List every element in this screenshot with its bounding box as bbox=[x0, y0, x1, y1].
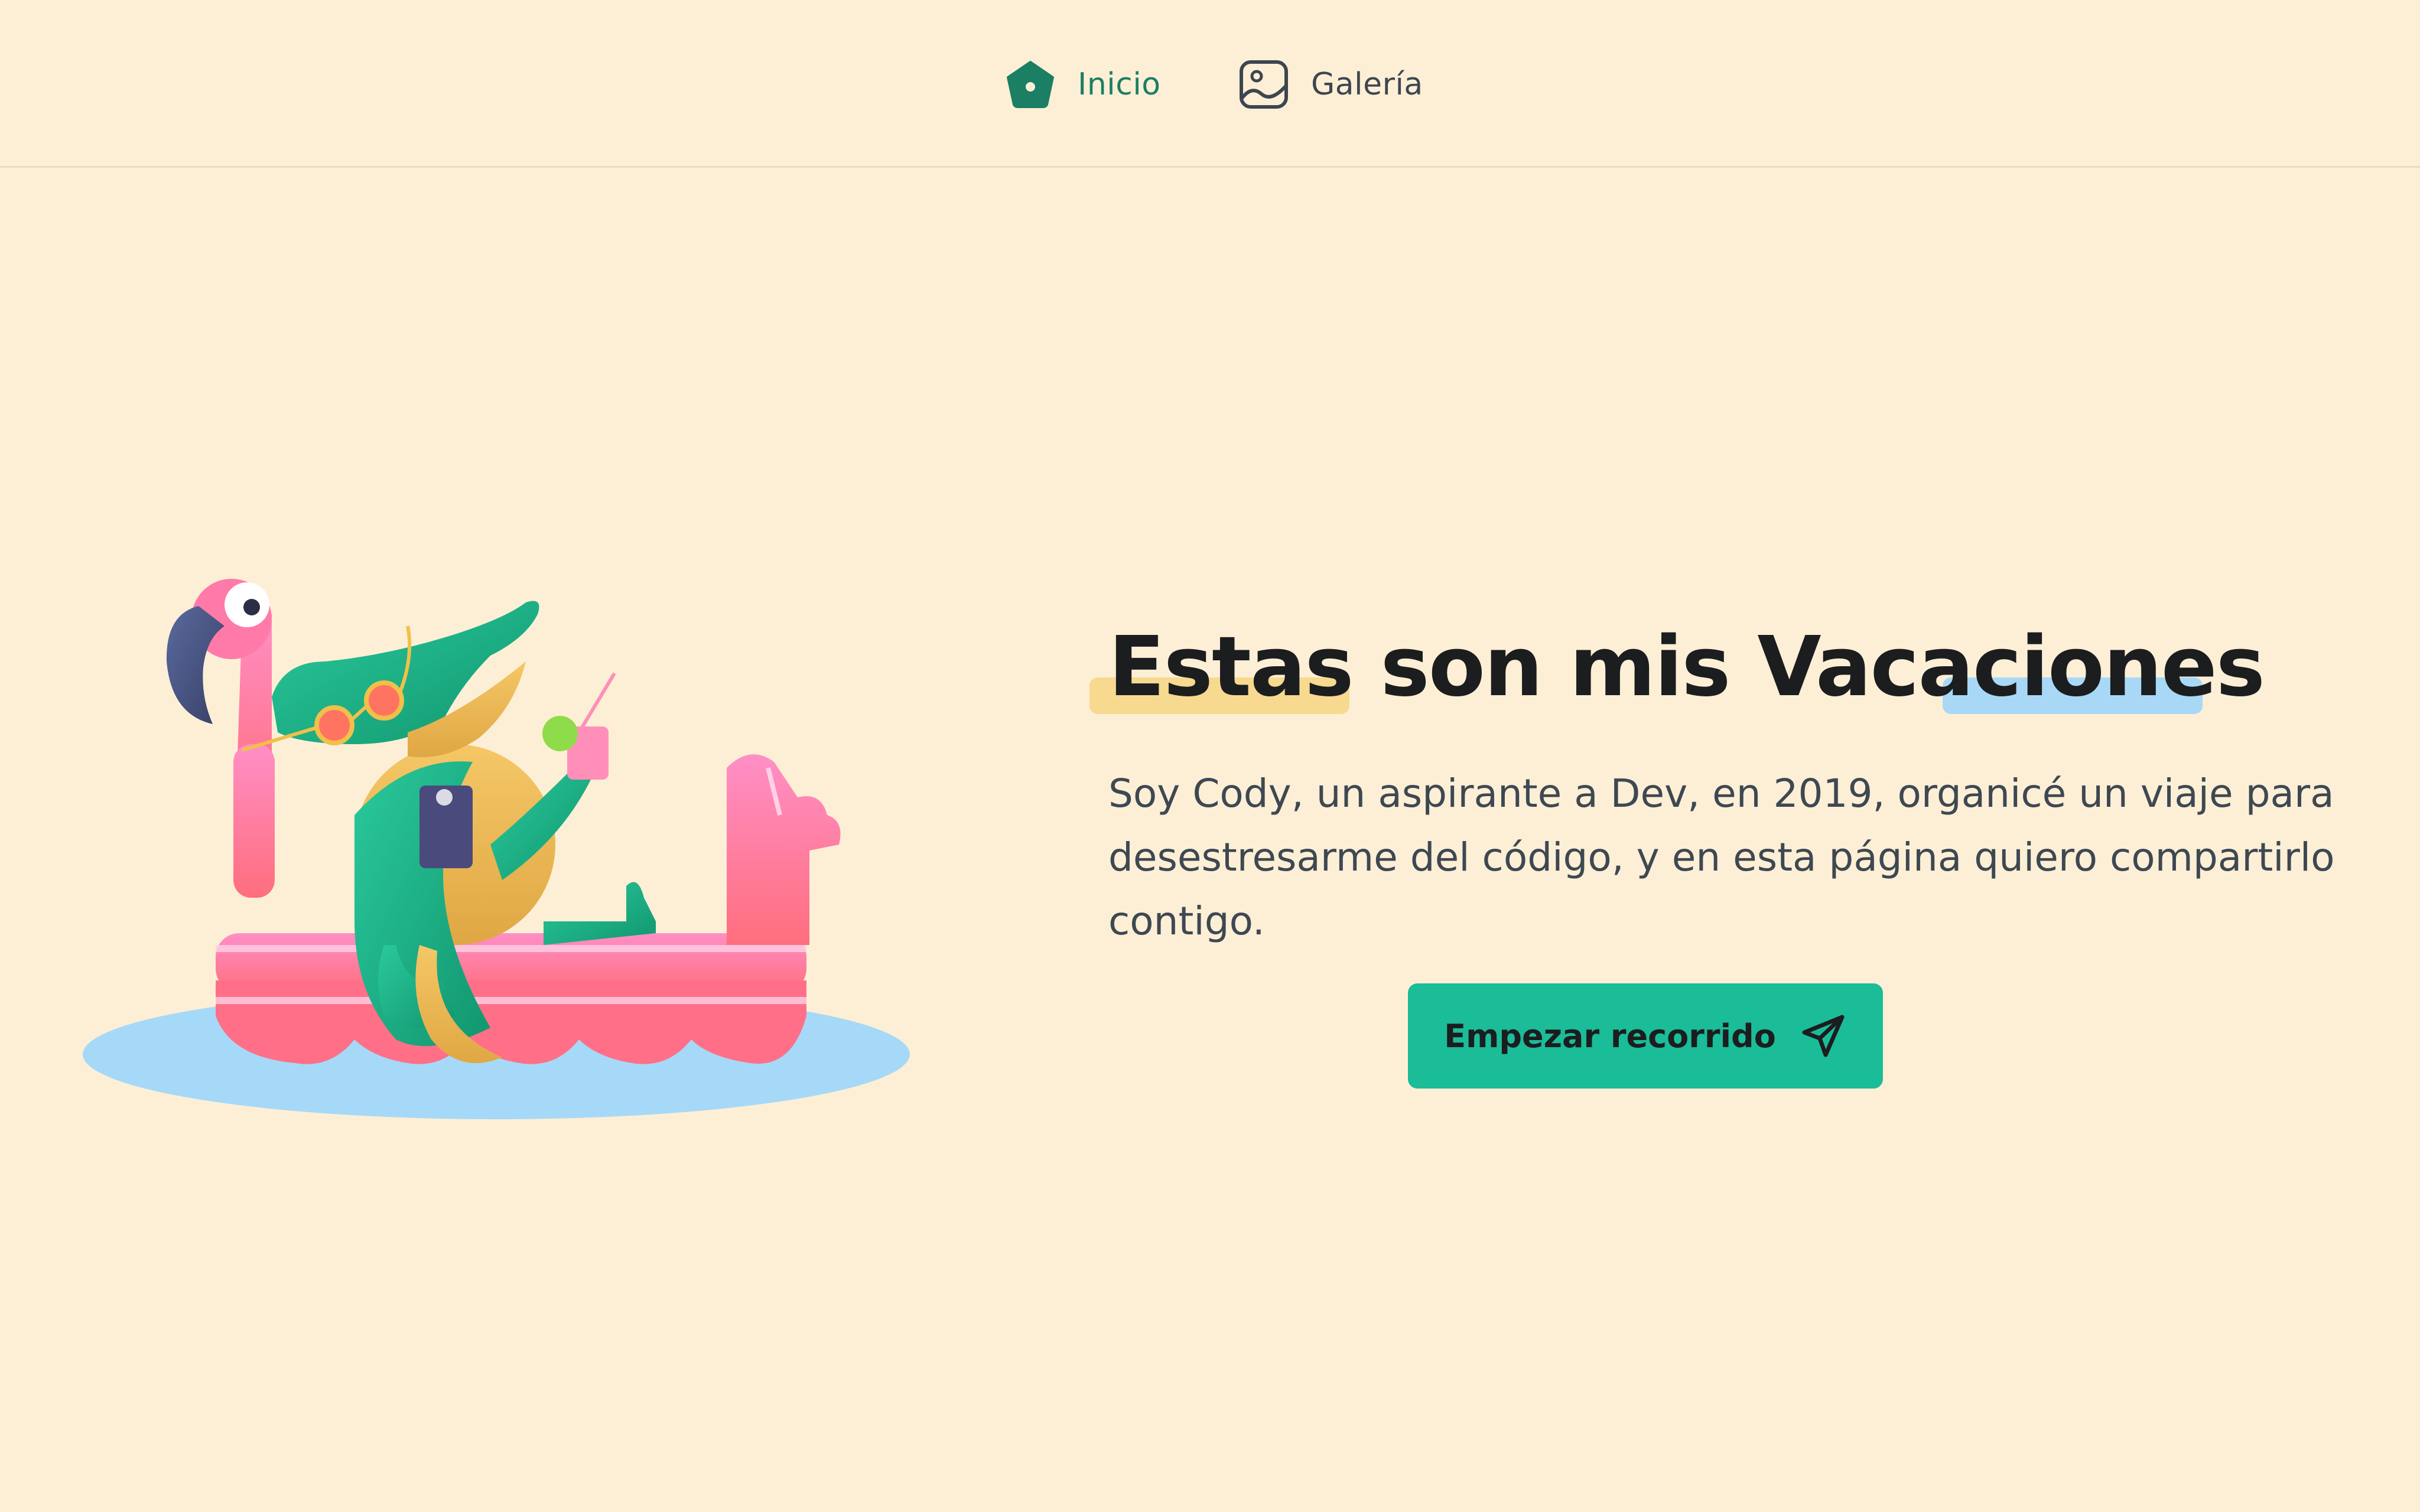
hero-illustration bbox=[77, 567, 916, 1128]
hero-description: Soy Cody, un aspirante a Dev, en 2019, o… bbox=[1108, 771, 2335, 944]
home-icon bbox=[1004, 58, 1056, 110]
page-title: Estas son mis Vacaciones bbox=[1108, 619, 2265, 715]
nav-item-home-label: Inicio bbox=[1078, 67, 1161, 102]
paper-plane-icon bbox=[1800, 1012, 1847, 1060]
top-navigation: Inicio Galería bbox=[0, 0, 2420, 168]
nav-item-home[interactable]: Inicio bbox=[1004, 56, 1161, 113]
hero-section: Estas son mis Vacaciones Soy Cody, un as… bbox=[1108, 614, 2361, 992]
start-tour-button[interactable]: Empezar recorrido bbox=[1408, 983, 1883, 1089]
page: Inicio Galería Estas son mis Vacaciones … bbox=[0, 0, 2420, 1512]
nav-item-gallery[interactable]: Galería bbox=[1238, 56, 1423, 113]
start-tour-button-label: Empezar recorrido bbox=[1444, 1017, 1776, 1055]
nav-item-gallery-label: Galería bbox=[1311, 67, 1423, 102]
image-icon bbox=[1238, 58, 1290, 110]
